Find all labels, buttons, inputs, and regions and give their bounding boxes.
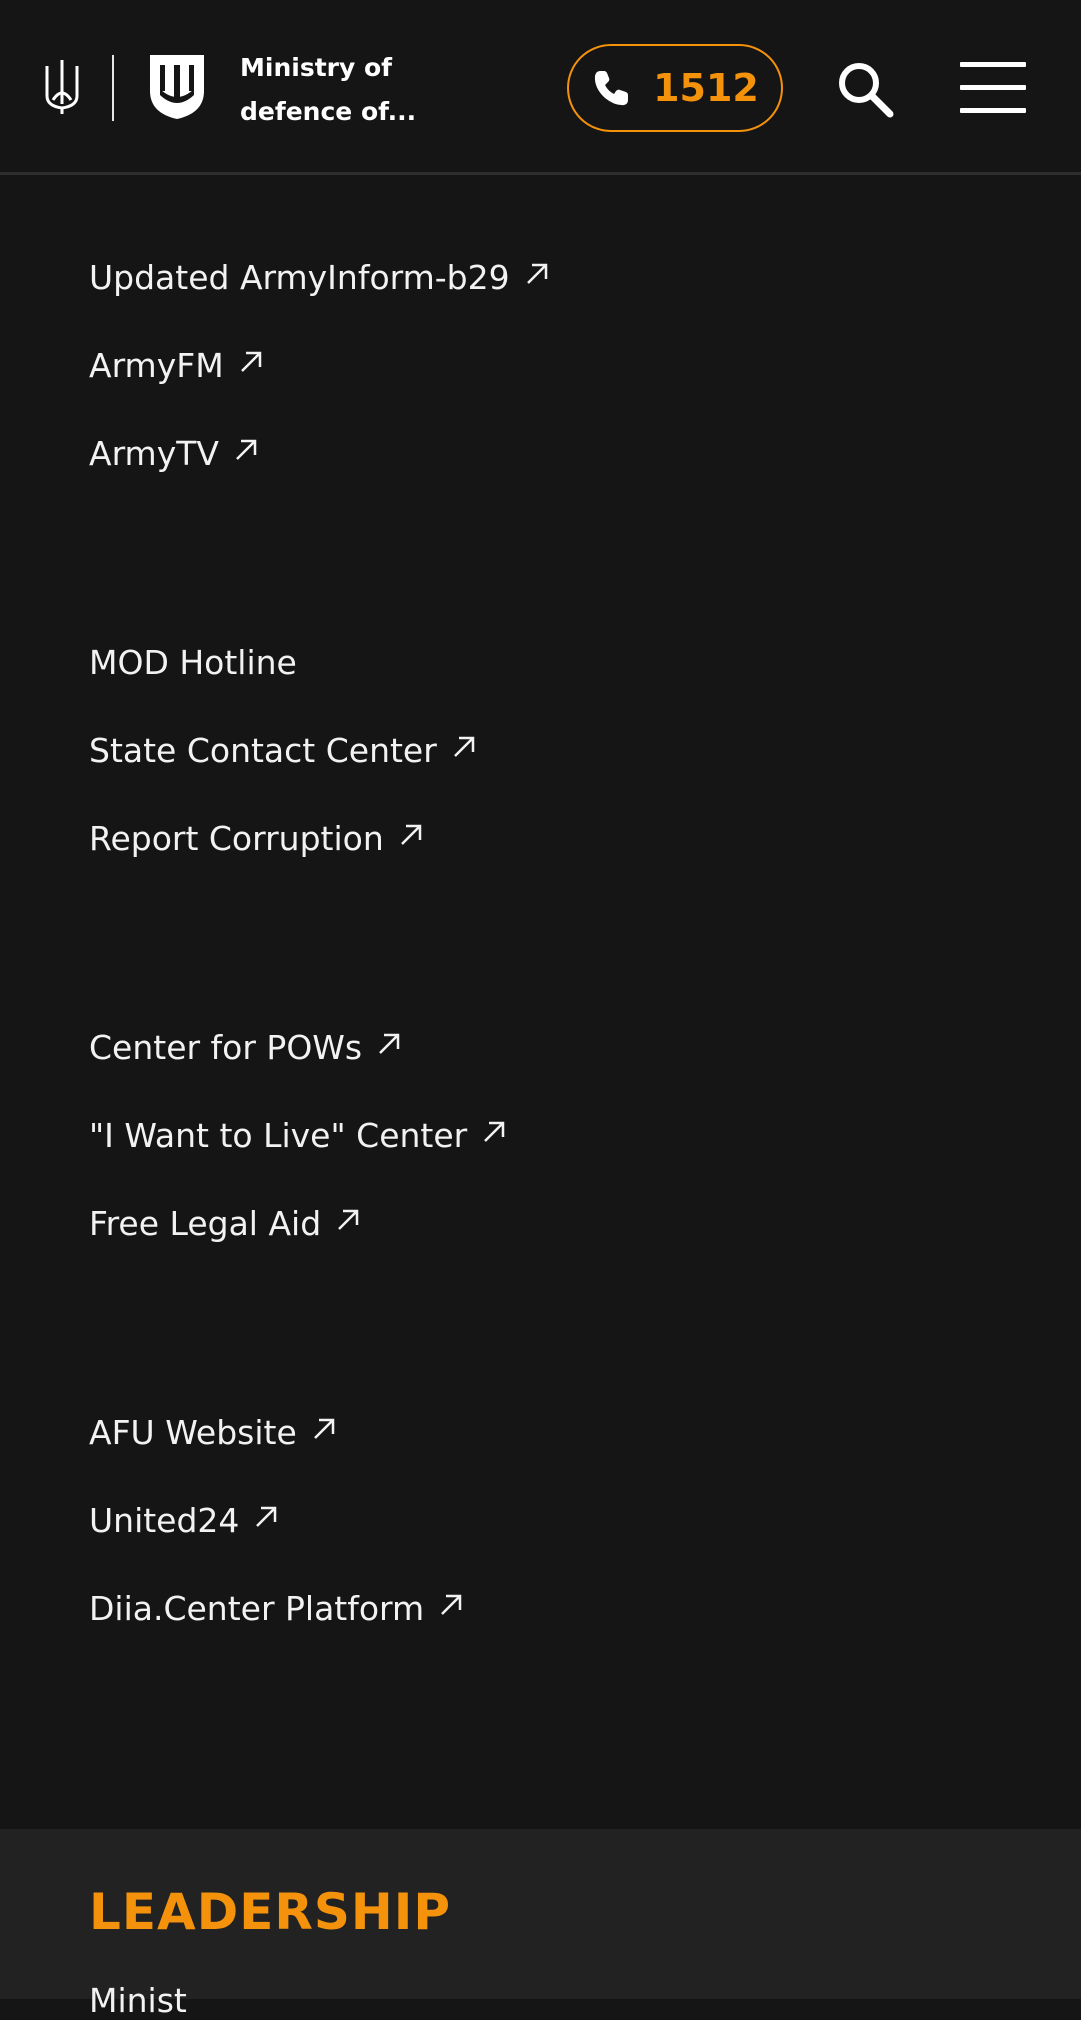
external-link-icon (240, 351, 261, 372)
link-label: Report Corruption (89, 819, 384, 858)
hamburger-menu-icon[interactable] (960, 62, 1026, 114)
link-diia-center[interactable]: Diia.Center Platform (89, 1589, 464, 1628)
site-header: Ministry of defence of... 1512 (0, 0, 1081, 175)
hotline-number: 1512 (653, 66, 759, 110)
link-label: Center for POWs (89, 1028, 363, 1067)
link-mod-hotline[interactable]: MOD Hotline (89, 643, 297, 682)
hotline-call-button[interactable]: 1512 (567, 44, 783, 132)
link-armyinform[interactable]: Updated ArmyInform-b29 (89, 258, 550, 297)
link-label: Free Legal Aid (89, 1204, 322, 1243)
menu-bar (960, 108, 1026, 113)
menu-bar (960, 85, 1026, 90)
phone-icon (595, 71, 629, 106)
link-report-corruption[interactable]: Report Corruption (89, 819, 424, 858)
external-link-icon (236, 439, 257, 460)
external-link-icon (400, 824, 421, 845)
link-label: State Contact Center (89, 731, 437, 770)
link-label: Diia.Center Platform (89, 1589, 425, 1628)
search-icon[interactable] (836, 60, 894, 118)
link-afu-website[interactable]: AFU Website (89, 1413, 337, 1452)
header-divider (112, 55, 114, 121)
brand-name[interactable]: Ministry of defence of... (240, 46, 430, 134)
link-center-for-pows[interactable]: Center for POWs (89, 1028, 402, 1067)
link-label: "I Want to Live" Center (89, 1116, 468, 1155)
link-label: Updated ArmyInform-b29 (89, 258, 510, 297)
leadership-heading[interactable]: LEADERSHIP (89, 1883, 451, 1941)
link-label: ArmyFM (89, 346, 224, 385)
shield-trident-icon[interactable] (148, 53, 206, 121)
link-label: MOD Hotline (89, 643, 297, 682)
external-link-icon (484, 1121, 505, 1142)
link-i-want-to-live[interactable]: "I Want to Live" Center (89, 1116, 507, 1155)
menu-bar (960, 62, 1026, 67)
external-link-icon (526, 263, 547, 284)
link-label: AFU Website (89, 1413, 297, 1452)
brand-line-2: defence of... (240, 97, 417, 126)
link-state-contact-center[interactable]: State Contact Center (89, 731, 477, 770)
link-united24[interactable]: United24 (89, 1501, 279, 1540)
trident-icon[interactable] (43, 56, 81, 116)
external-link-icon (256, 1506, 277, 1527)
link-armytv[interactable]: ArmyTV (89, 434, 259, 473)
external-link-icon (379, 1033, 400, 1054)
external-link-icon (338, 1209, 359, 1230)
link-label: ArmyTV (89, 434, 219, 473)
link-label: United24 (89, 1501, 240, 1540)
external-link-icon (313, 1418, 334, 1439)
external-link-icon (453, 736, 475, 757)
external-link-icon (441, 1594, 462, 1615)
leadership-section: LEADERSHIP Minist (0, 1829, 1081, 2020)
link-armyfm[interactable]: ArmyFM (89, 346, 264, 385)
leadership-first-item[interactable]: Minist (89, 1981, 187, 2020)
link-free-legal-aid[interactable]: Free Legal Aid (89, 1204, 361, 1243)
brand-line-1: Ministry of (240, 53, 393, 82)
